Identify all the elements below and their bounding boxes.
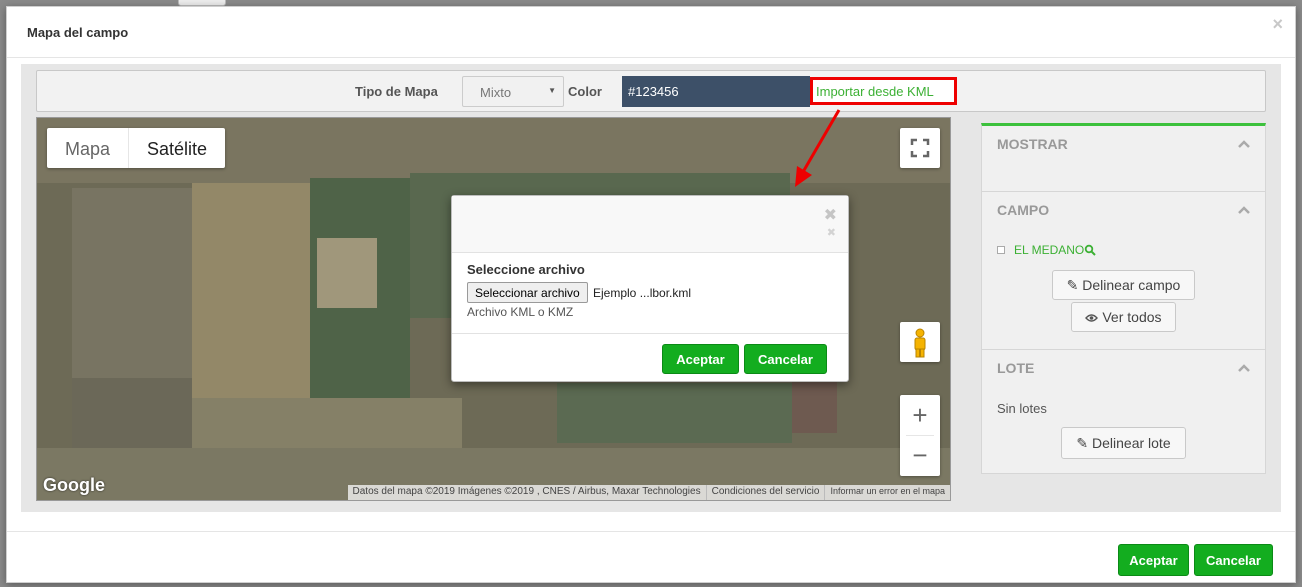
- fullscreen-icon: [910, 138, 930, 158]
- zoom-in-icon: +: [912, 400, 928, 430]
- footer-accept-button[interactable]: Aceptar: [1118, 544, 1189, 576]
- lote-section: LOTE Sin lotes ✎ Delinear lote: [982, 350, 1265, 475]
- map-type-value: Mixto: [480, 85, 512, 100]
- report-error-link[interactable]: Informar un error en el mapa: [824, 485, 950, 500]
- map-field-tile: [317, 238, 377, 308]
- pencil-icon: ✎: [1066, 277, 1079, 293]
- map-attribution-text: Datos del mapa ©2019 Imágenes ©2019 , CN…: [352, 486, 701, 497]
- dialog-divider: [452, 333, 848, 334]
- delinear-lote-button[interactable]: ✎ Delinear lote: [1061, 427, 1186, 459]
- map-type-satellite-button[interactable]: Satélite: [128, 128, 225, 168]
- map-field-tile: [72, 188, 192, 378]
- campo-item-label: EL MEDANO: [1014, 243, 1085, 257]
- file-dialog: ✖ ✖ Seleccione archivo Seleccionar archi…: [451, 195, 849, 382]
- ver-todos-label: Ver todos: [1102, 309, 1162, 325]
- map-type-select[interactable]: Mixto ▼: [462, 76, 564, 107]
- chevron-up-icon[interactable]: [1237, 205, 1251, 215]
- footer-cancel-button[interactable]: Cancelar: [1194, 544, 1273, 576]
- map-field-tile: [557, 383, 792, 443]
- delinear-campo-label: Delinear campo: [1082, 277, 1181, 293]
- delinear-lote-label: Delinear lote: [1092, 435, 1171, 451]
- map-type-control: Mapa Satélite: [47, 128, 226, 168]
- map-toolbar: Tipo de Mapa Mixto ▼ Color #123456 Impor…: [36, 70, 1266, 112]
- mostrar-title: MOSTRAR: [997, 136, 1068, 152]
- file-dialog-header: ✖ ✖: [452, 196, 848, 253]
- campo-title: CAMPO: [997, 202, 1050, 218]
- fullscreen-button[interactable]: [900, 128, 940, 168]
- import-kml-link[interactable]: Importar desde KML: [810, 77, 957, 105]
- dialog-cancel-button[interactable]: Cancelar: [744, 344, 827, 374]
- map-field-tile: [192, 183, 310, 398]
- zoom-magnifier-icon[interactable]: [1084, 244, 1096, 256]
- zoom-out-button[interactable]: −: [900, 436, 940, 476]
- dialog-close-small-icon: ✖: [826, 227, 836, 239]
- mostrar-section: MOSTRAR: [982, 126, 1265, 192]
- google-logo: Google: [43, 475, 105, 495]
- modal-title: Mapa del campo: [27, 25, 129, 40]
- color-label: Color: [568, 84, 602, 99]
- file-hint: Archivo KML o KMZ: [467, 305, 574, 319]
- modal-close-icon[interactable]: ×: [1272, 14, 1283, 35]
- modal-header: Mapa del campo ×: [7, 7, 1295, 58]
- modal-footer: Aceptar Cancelar: [7, 531, 1295, 584]
- campo-item[interactable]: EL MEDANO: [997, 243, 1096, 257]
- chevron-up-icon[interactable]: [1237, 363, 1251, 373]
- pegman-icon: [914, 328, 926, 358]
- terms-link[interactable]: Condiciones del servicio: [705, 485, 825, 500]
- delinear-campo-button[interactable]: ✎ Delinear campo: [1052, 270, 1195, 300]
- dropdown-caret-icon: ▼: [548, 86, 556, 95]
- select-file-button[interactable]: Seleccionar archivo: [467, 282, 588, 303]
- eye-icon: [1085, 314, 1099, 322]
- dialog-close-icon[interactable]: ✖: [824, 205, 837, 225]
- side-panel: MOSTRAR CAMPO EL MEDANO ✎ Delinear campo…: [981, 123, 1266, 474]
- color-input[interactable]: #123456: [622, 76, 810, 107]
- ver-todos-button[interactable]: Ver todos: [1071, 302, 1176, 332]
- zoom-in-button[interactable]: +: [900, 395, 940, 435]
- campo-section: CAMPO EL MEDANO ✎ Delinear campo Ver tod…: [982, 192, 1265, 350]
- campo-checkbox[interactable]: [997, 246, 1005, 254]
- zoom-out-icon: −: [912, 440, 928, 470]
- chevron-up-icon[interactable]: [1237, 139, 1251, 149]
- sin-lotes-text: Sin lotes: [997, 401, 1047, 416]
- map-attribution: Datos del mapa ©2019 Imágenes ©2019 , CN…: [347, 485, 950, 500]
- lote-title: LOTE: [997, 360, 1035, 376]
- zoom-control: + −: [900, 395, 940, 476]
- map-type-label: Tipo de Mapa: [355, 84, 438, 99]
- pencil-icon: ✎: [1076, 435, 1089, 451]
- selected-file-name: Ejemplo ...lbor.kml: [593, 286, 692, 300]
- street-view-button[interactable]: [900, 322, 940, 362]
- dialog-accept-button[interactable]: Aceptar: [662, 344, 739, 374]
- map-type-map-button[interactable]: Mapa: [47, 128, 128, 168]
- dialog-section-title: Seleccione archivo: [467, 262, 585, 277]
